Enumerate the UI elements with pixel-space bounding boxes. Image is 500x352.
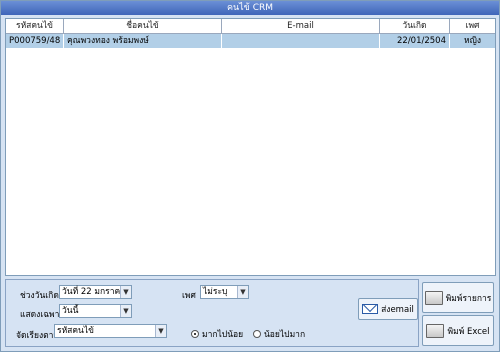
send-email-button[interactable]: ส่งemail [358,298,418,320]
birth-range-value: วันที่ 22 มกราคม [62,287,126,297]
crm-window: คนไข้ CRM รหัสคนไข้ ชื่อคนไข้ E-mail วัน… [0,0,500,352]
chevron-down-icon[interactable]: ▼ [237,286,248,298]
window-title: คนไข้ CRM [1,1,499,15]
cell-patient-id: P000759/48 [6,34,64,48]
cell-sex: หญิง [464,36,481,46]
table-header: รหัสคนไข้ ชื่อคนไข้ E-mail วันเกิด เพศ [6,19,495,34]
mail-icon [362,304,379,314]
print-excel-button[interactable]: พิมพ์ Excel [422,315,494,346]
order-desc-label: มากไปน้อย [202,330,244,340]
cell-patient-name: คุณพวงทอง พร้อมพงษ์ [64,34,222,48]
chevron-down-icon[interactable]: ▼ [120,286,131,298]
header-birth-date[interactable]: วันเกิด [380,19,450,33]
display-select[interactable]: วันนี้ ▼ [59,304,132,318]
patient-table: รหัสคนไข้ ชื่อคนไข้ E-mail วันเกิด เพศ P… [5,18,496,276]
sex-select[interactable]: ไม่ระบุ ▼ [200,285,249,299]
table-row[interactable]: P000759/48 คุณพวงทอง พร้อมพงษ์ 22/01/250… [6,34,495,48]
order-asc-radio[interactable]: น้อยไปมาก [253,327,305,341]
printer-icon [424,290,443,305]
sort-label: จัดเรียงตาม [16,331,59,341]
cell-email [222,34,380,48]
print-excel-label: พิมพ์ Excel [447,326,490,337]
header-sex[interactable]: เพศ [450,19,495,33]
sex-value: ไม่ระบุ [203,287,228,297]
header-patient-id[interactable]: รหัสคนไข้ [6,19,64,33]
header-email[interactable]: E-mail [222,19,380,33]
order-asc-label: น้อยไปมาก [264,330,306,340]
sex-label: เพศ [182,291,196,301]
filter-panel: ช่วงวันเกิด วันที่ 22 มกราคม ▼ เพศ ไม่ระ… [5,279,419,347]
sort-select[interactable]: รหัสคนไข้ ▼ [54,324,167,338]
birth-range-select[interactable]: วันที่ 22 มกราคม ▼ [59,285,132,299]
birth-range-label: ช่วงวันเกิด [20,291,59,301]
chevron-down-icon[interactable]: ▼ [155,325,166,337]
print-list-button[interactable]: พิมพ์รายการ [422,282,494,313]
printer-icon [426,323,445,338]
radio-unselected-icon [253,330,261,338]
chevron-down-icon[interactable]: ▼ [120,305,131,317]
radio-selected-icon [191,330,199,338]
display-value: วันนี้ [62,306,79,316]
display-label: แสดงเฉพาะ [20,310,64,320]
order-desc-radio[interactable]: มากไปน้อย [191,327,243,341]
print-list-label: พิมพ์รายการ [445,293,492,304]
send-email-label: ส่งemail [381,305,414,315]
sort-value: รหัสคนไข้ [57,326,94,336]
header-patient-name[interactable]: ชื่อคนไข้ [64,19,222,33]
cell-birth-date: 22/01/2504 [380,34,450,48]
